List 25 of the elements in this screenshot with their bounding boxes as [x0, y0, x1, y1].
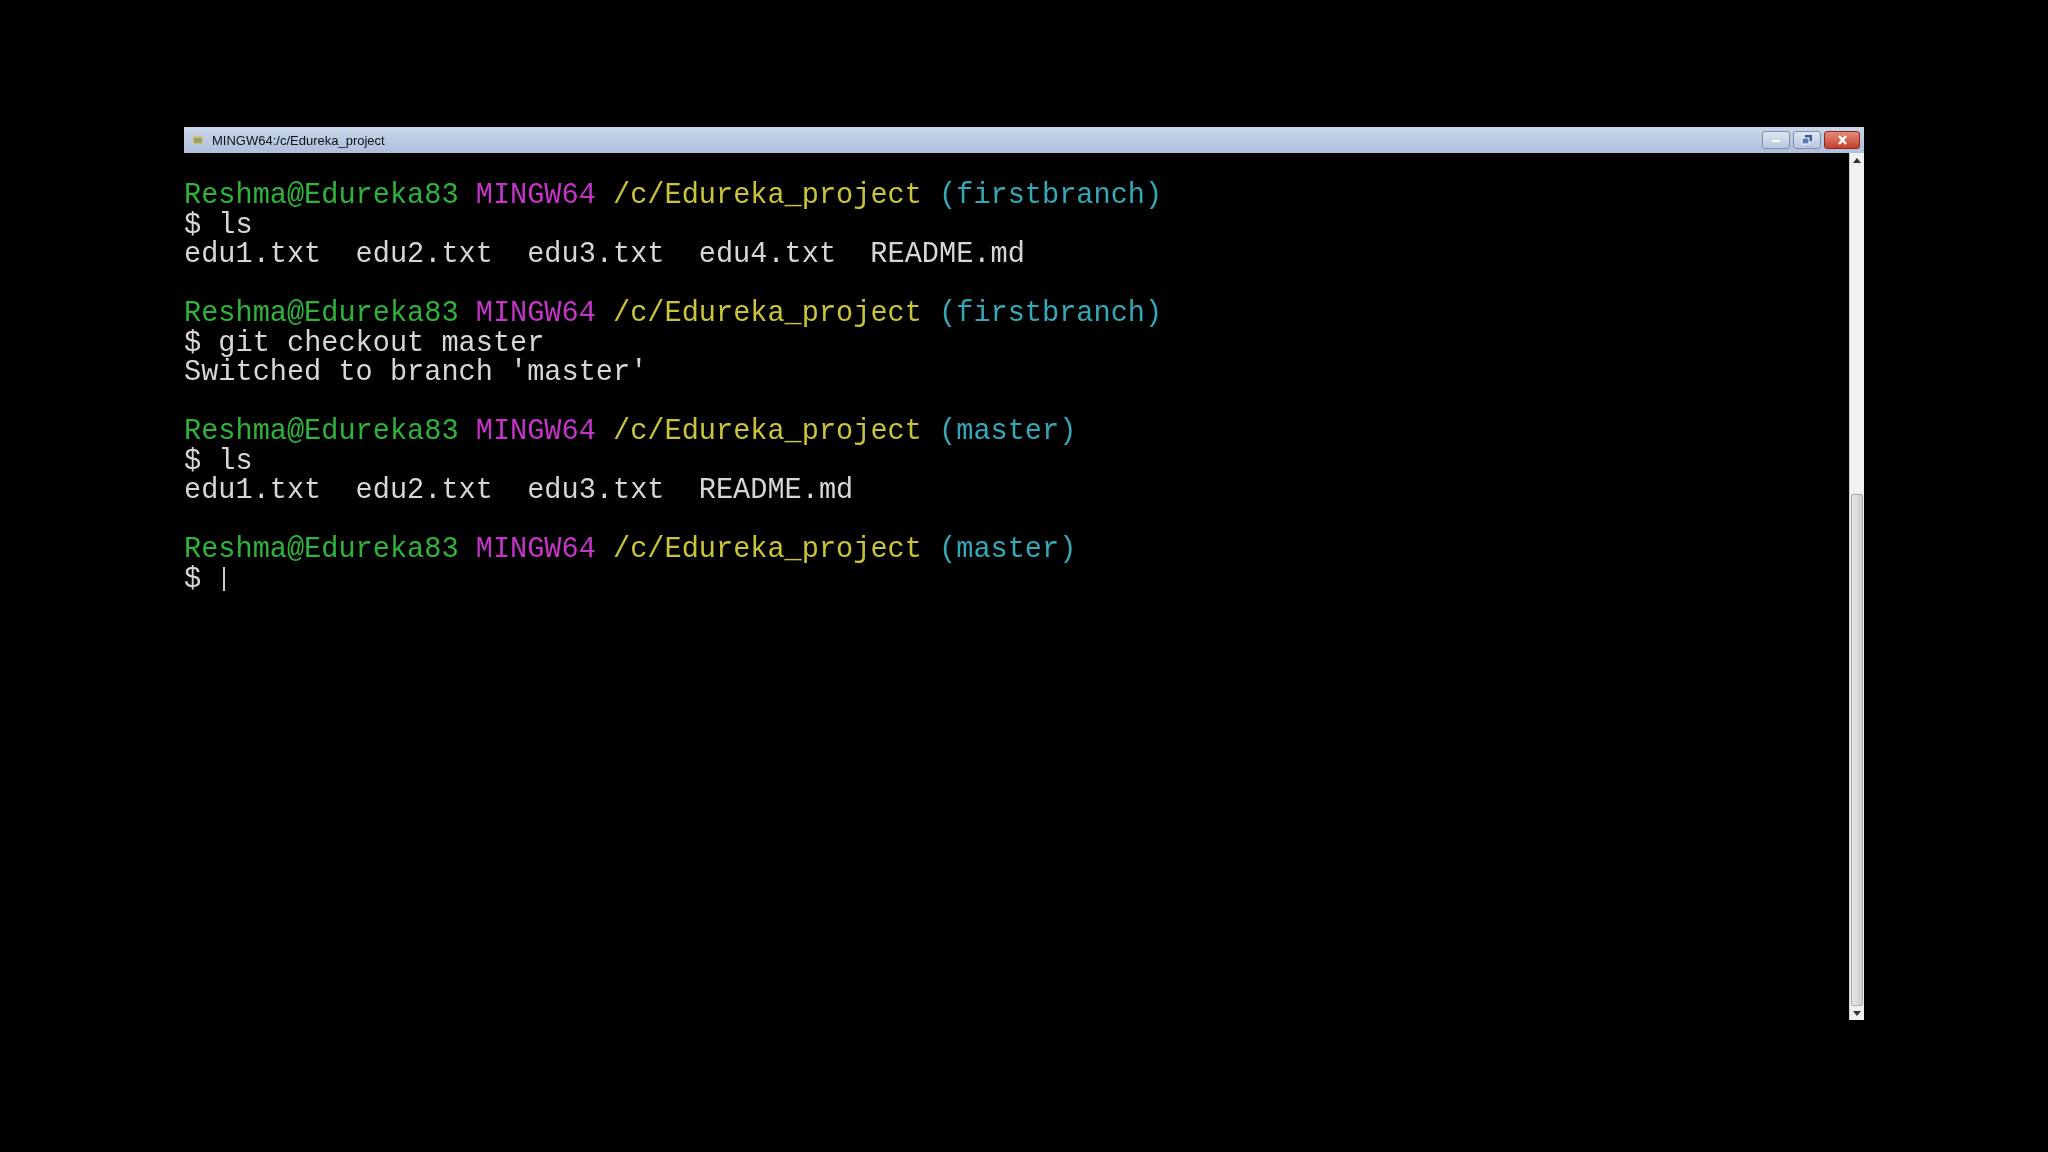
directory-path: /c/Edureka_project — [613, 297, 922, 330]
window-title: MINGW64:/c/Edureka_project — [212, 132, 386, 148]
scroll-up-icon[interactable] — [1853, 157, 1861, 163]
directory-path: /c/Edureka_project — [613, 533, 922, 566]
system-name: MINGW64 — [475, 297, 596, 330]
scroll-down-icon[interactable] — [1853, 1010, 1861, 1016]
output-line: Switched to branch 'master' — [184, 358, 649, 388]
branch-name: (firstbranch) — [939, 179, 1163, 212]
directory-path: /c/Edureka_project — [613, 415, 922, 448]
branch-name: (master) — [939, 415, 1077, 448]
scrollbar[interactable] — [1849, 153, 1864, 1020]
restore-button[interactable] — [1793, 131, 1821, 149]
minimize-button[interactable] — [1762, 131, 1790, 149]
directory-path: /c/Edureka_project — [613, 179, 922, 212]
system-name: MINGW64 — [475, 415, 596, 448]
close-button[interactable] — [1824, 131, 1860, 149]
close-icon — [1836, 134, 1848, 146]
branch-name: (firstbranch) — [939, 297, 1163, 330]
system-name: MINGW64 — [475, 533, 596, 566]
restore-icon — [1801, 134, 1813, 146]
app-icon — [192, 134, 204, 146]
system-name: MINGW64 — [475, 179, 596, 212]
output-line: edu1.txt edu2.txt edu3.txt README.md — [184, 476, 855, 506]
output-line: edu1.txt edu2.txt edu3.txt edu4.txt README.md — [184, 240, 1026, 270]
branch-name: (master) — [939, 533, 1077, 566]
